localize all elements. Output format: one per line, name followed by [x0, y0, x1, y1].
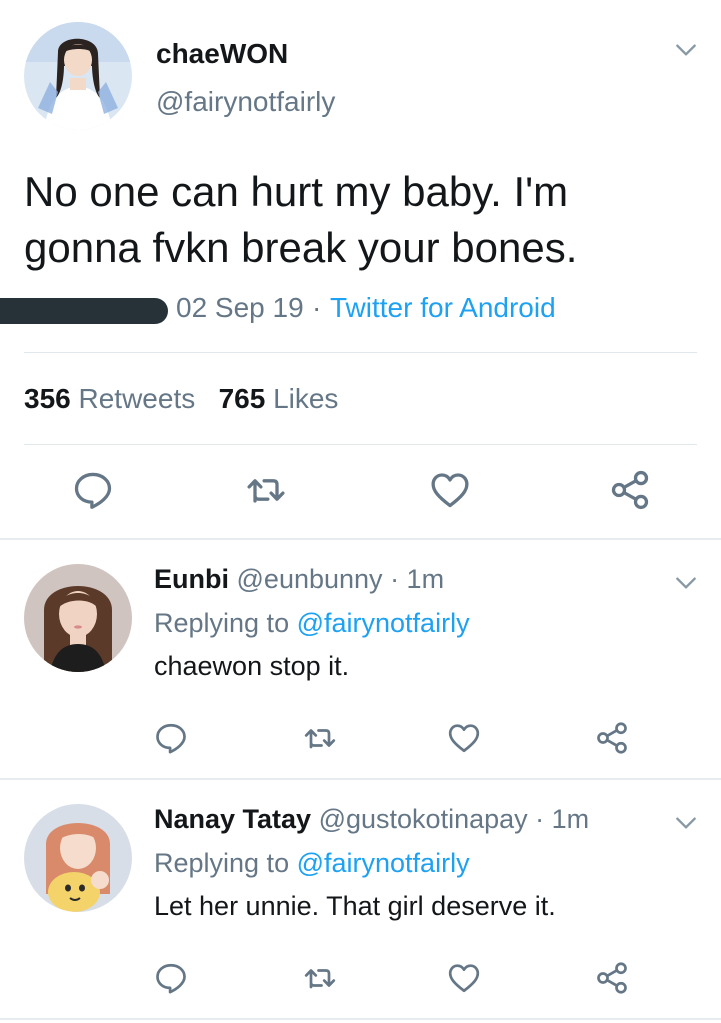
reply-header: Nanay Tatay @gustokotinapay · 1m — [154, 804, 589, 835]
main-author-name[interactable]: chaeWON — [156, 38, 288, 70]
replying-to-mention[interactable]: @fairynotfairly — [297, 608, 470, 638]
section-divider — [0, 1018, 721, 1020]
divider — [24, 352, 697, 353]
main-tweet: chaeWON @fairynotfairly No one can hurt … — [0, 0, 721, 538]
retweet-icon[interactable] — [244, 468, 288, 512]
chevron-down-icon[interactable] — [673, 570, 699, 596]
reply-text: chaewon stop it. — [154, 651, 350, 681]
likes-label: Likes — [273, 383, 339, 414]
retweets-count: 356 — [24, 383, 71, 414]
avatar-image — [24, 804, 132, 912]
tweet-date: 02 Sep 19 — [176, 292, 304, 323]
redaction-bar — [0, 298, 168, 324]
replying-to-mention[interactable]: @fairynotfairly — [297, 848, 470, 878]
reply-author-avatar[interactable] — [24, 564, 132, 672]
reply-icon[interactable] — [153, 960, 189, 996]
reply-author-name[interactable]: Eunbi — [154, 564, 229, 594]
main-tweet-text-line1: No one can hurt my baby. I'm — [24, 168, 569, 215]
reply-time: · 1m — [390, 564, 445, 594]
reply-icon[interactable] — [71, 468, 115, 512]
reply-author-handle[interactable]: @eunbunny — [237, 564, 383, 594]
chevron-down-icon[interactable] — [673, 37, 699, 63]
replying-to: Replying to @fairynotfairly — [154, 608, 470, 639]
reply-text: Let her unnie. That girl deserve it. — [154, 891, 556, 921]
replying-to: Replying to @fairynotfairly — [154, 848, 470, 879]
main-author-handle[interactable]: @fairynotfairly — [156, 86, 335, 118]
share-icon[interactable] — [594, 960, 630, 996]
main-author-avatar[interactable] — [24, 22, 132, 130]
tweet-source-link[interactable]: Twitter for Android — [330, 292, 556, 324]
reply-author-handle[interactable]: @gustokotinapay — [319, 804, 528, 834]
likes-count: 765 — [218, 383, 266, 414]
reply-time: · 1m — [535, 804, 590, 834]
reply-author-avatar[interactable] — [24, 804, 132, 912]
likes-stat[interactable]: 765 Likes — [219, 383, 339, 414]
reply-tweet[interactable]: Nanay Tatay @gustokotinapay · 1m Replyin… — [0, 780, 721, 1018]
meta-separator: · — [312, 292, 322, 323]
reply-header: Eunbi @eunbunny · 1m — [154, 564, 444, 595]
like-icon[interactable] — [446, 960, 482, 996]
share-icon[interactable] — [608, 468, 652, 512]
chevron-down-icon[interactable] — [673, 810, 699, 836]
divider — [24, 444, 697, 445]
reply-author-name[interactable]: Nanay Tatay — [154, 804, 311, 834]
replying-to-label: Replying to — [154, 848, 290, 878]
like-icon[interactable] — [428, 468, 472, 512]
avatar-image — [24, 22, 132, 130]
tweet-meta: 02 Sep 19 · Twitter for Android — [0, 290, 700, 330]
main-tweet-text-line2: gonna fvkn break your bones. — [24, 224, 578, 271]
retweet-icon[interactable] — [302, 960, 338, 996]
tweet-stats: 356 Retweets 765 Likes — [24, 383, 338, 415]
retweets-stat[interactable]: 356 Retweets — [24, 383, 195, 414]
like-icon[interactable] — [446, 720, 482, 756]
retweets-label: Retweets — [78, 383, 196, 414]
main-tweet-text: No one can hurt my baby. I'm gonna fvkn … — [24, 164, 684, 276]
retweet-icon[interactable] — [302, 720, 338, 756]
reply-icon[interactable] — [153, 720, 189, 756]
share-icon[interactable] — [594, 720, 630, 756]
avatar-image — [24, 564, 132, 672]
replying-to-label: Replying to — [154, 608, 290, 638]
reply-tweet[interactable]: Eunbi @eunbunny · 1m Replying to @fairyn… — [0, 540, 721, 778]
